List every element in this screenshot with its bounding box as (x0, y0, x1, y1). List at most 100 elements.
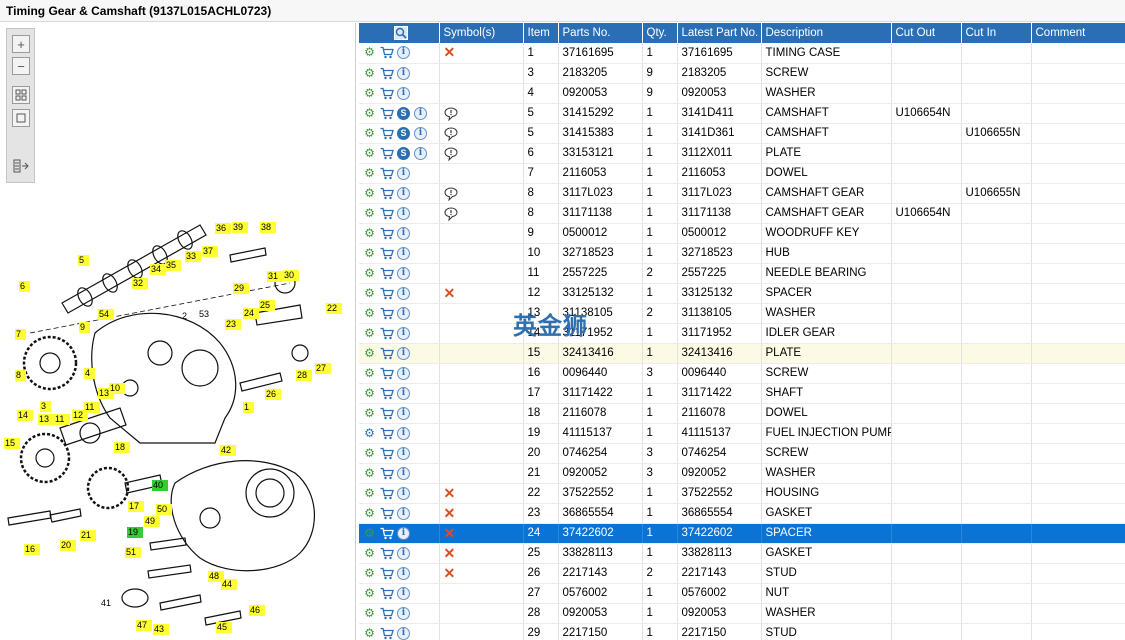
callout-8[interactable]: 8 (15, 370, 26, 381)
gear-icon[interactable]: ⚙ (363, 306, 376, 320)
gear-icon[interactable]: ⚙ (363, 506, 376, 520)
info-icon[interactable]: i (397, 386, 410, 400)
column-header-symbols[interactable]: Symbol(s) (439, 23, 524, 43)
parts-grid[interactable]: Symbol(s) Item Parts No. Qty. Latest Par… (359, 23, 1125, 640)
callout-31[interactable]: 31 (267, 271, 283, 282)
callout-51[interactable]: 51 (125, 547, 141, 558)
cart-icon[interactable] (380, 247, 394, 260)
cart-icon[interactable] (380, 267, 394, 280)
note-bubble-icon[interactable] (443, 106, 458, 121)
gear-icon[interactable]: ⚙ (363, 566, 376, 580)
callout-37[interactable]: 37 (202, 246, 218, 257)
gear-icon[interactable]: ⚙ (363, 46, 376, 59)
cart-icon[interactable] (380, 547, 394, 560)
callout-46[interactable]: 46 (249, 605, 265, 616)
callout-41[interactable]: 41 (101, 598, 111, 608)
callout-3[interactable]: 3 (40, 401, 51, 412)
callout-12[interactable]: 12 (72, 410, 88, 421)
cart-icon[interactable] (380, 467, 394, 480)
table-row[interactable]: ⚙ i ✕ 22 37522552 1 37522552 HOUSING (359, 483, 1125, 504)
callout-14[interactable]: 14 (17, 410, 33, 421)
cart-icon[interactable] (380, 67, 394, 80)
cart-icon[interactable] (380, 567, 394, 580)
callout-26[interactable]: 26 (265, 389, 281, 400)
callout-54[interactable]: 54 (98, 309, 114, 320)
callout-28[interactable]: 28 (296, 370, 312, 381)
info-icon[interactable]: i (397, 186, 410, 200)
gear-icon[interactable]: ⚙ (363, 526, 376, 540)
cart-icon[interactable] (380, 327, 394, 340)
cart-icon[interactable] (380, 607, 394, 620)
info-icon[interactable]: i (397, 526, 410, 540)
table-row[interactable]: ⚙ i 14 31171952 1 31171952 IDLER GEAR (359, 323, 1125, 344)
info-icon[interactable]: i (397, 346, 410, 360)
info-icon[interactable]: i (397, 506, 410, 520)
table-row[interactable]: ⚙ i ✕ 26 2217143 2 2217143 STUD (359, 563, 1125, 584)
zoom-out-button[interactable]: − (12, 57, 30, 75)
cart-icon[interactable] (380, 587, 394, 600)
gear-icon[interactable]: ⚙ (363, 106, 376, 120)
info-icon[interactable]: i (397, 66, 410, 80)
table-row[interactable]: ⚙ i 4 0920053 9 0920053 WASHER (359, 83, 1125, 104)
cart-icon[interactable] (380, 187, 394, 200)
callout-20[interactable]: 20 (60, 540, 76, 551)
table-row[interactable]: ⚙ i 28 0920053 1 0920053 WASHER (359, 603, 1125, 624)
cart-icon[interactable] (380, 207, 394, 220)
cart-icon[interactable] (380, 387, 394, 400)
gear-icon[interactable]: ⚙ (363, 326, 376, 340)
cart-icon[interactable] (380, 487, 394, 500)
callout-27[interactable]: 27 (315, 363, 331, 374)
table-row[interactable]: ⚙ i 18 2116078 1 2116078 DOWEL (359, 403, 1125, 424)
table-row[interactable]: ⚙ i 7 2116053 1 2116053 DOWEL (359, 163, 1125, 184)
callout-40[interactable]: 40 (152, 480, 168, 491)
callout-16[interactable]: 16 (24, 544, 40, 555)
table-row[interactable]: ⚙ i 11 2557225 2 2557225 NEEDLE BEARING (359, 263, 1125, 284)
table-row[interactable]: ⚙ i 21 0920052 3 0920052 WASHER (359, 463, 1125, 484)
column-header-cut-out[interactable]: Cut Out (891, 23, 962, 43)
callout-38[interactable]: 38 (260, 222, 276, 233)
callout-43[interactable]: 43 (153, 624, 169, 635)
cart-icon[interactable] (380, 87, 394, 100)
info-icon[interactable]: i (397, 226, 410, 240)
table-row[interactable]: ⚙ i 17 31171422 1 31171422 SHAFT (359, 383, 1125, 404)
info-icon[interactable]: i (397, 486, 410, 500)
info-icon[interactable]: i (397, 166, 410, 180)
info-icon[interactable]: i (397, 606, 410, 620)
gear-icon[interactable]: ⚙ (363, 466, 376, 480)
table-row[interactable]: ⚙ Si 5 31415383 1 3141D361 CAMSHAFT U106655N (359, 123, 1125, 144)
note-bubble-icon[interactable] (443, 186, 458, 201)
cart-icon[interactable] (380, 627, 394, 640)
cart-icon[interactable] (380, 347, 394, 360)
callout-2[interactable]: 2 (182, 311, 187, 321)
callout-23[interactable]: 23 (225, 319, 241, 330)
callout-7[interactable]: 7 (15, 329, 26, 340)
gear-icon[interactable]: ⚙ (363, 406, 376, 420)
callout-39[interactable]: 39 (232, 222, 248, 233)
cart-icon[interactable] (380, 447, 394, 460)
supersession-icon[interactable]: S (397, 106, 410, 120)
actual-size-button[interactable] (12, 109, 30, 127)
callout-9[interactable]: 9 (79, 322, 90, 333)
gear-icon[interactable]: ⚙ (363, 586, 376, 600)
gear-icon[interactable]: ⚙ (363, 66, 376, 80)
table-row[interactable]: ⚙ i 8 3117L023 1 3117L023 CAMSHAFT GEAR U106655… (359, 183, 1125, 204)
gear-icon[interactable]: ⚙ (363, 626, 376, 640)
callout-21[interactable]: 21 (80, 530, 96, 541)
callout-18[interactable]: 18 (114, 442, 130, 453)
search-icon[interactable] (393, 26, 408, 40)
info-icon[interactable]: i (397, 546, 410, 560)
gear-icon[interactable]: ⚙ (363, 226, 376, 240)
table-row[interactable]: ⚙ i ✕ 12 33125132 1 33125132 SPACER (359, 283, 1125, 304)
callout-1[interactable]: 1 (243, 402, 254, 413)
info-icon[interactable]: i (397, 366, 410, 380)
gear-icon[interactable]: ⚙ (363, 546, 376, 560)
info-icon[interactable]: i (397, 446, 410, 460)
info-icon[interactable]: i (414, 106, 427, 120)
callout-10[interactable]: 10 (109, 383, 125, 394)
table-row[interactable]: ⚙ i ✕ 25 33828113 1 33828113 GASKET (359, 543, 1125, 564)
gear-icon[interactable]: ⚙ (363, 126, 376, 140)
callout-4[interactable]: 4 (84, 368, 95, 379)
gear-icon[interactable]: ⚙ (363, 446, 376, 460)
cart-icon[interactable] (380, 527, 394, 540)
column-header-latest-part-no[interactable]: Latest Part No. (677, 23, 762, 43)
